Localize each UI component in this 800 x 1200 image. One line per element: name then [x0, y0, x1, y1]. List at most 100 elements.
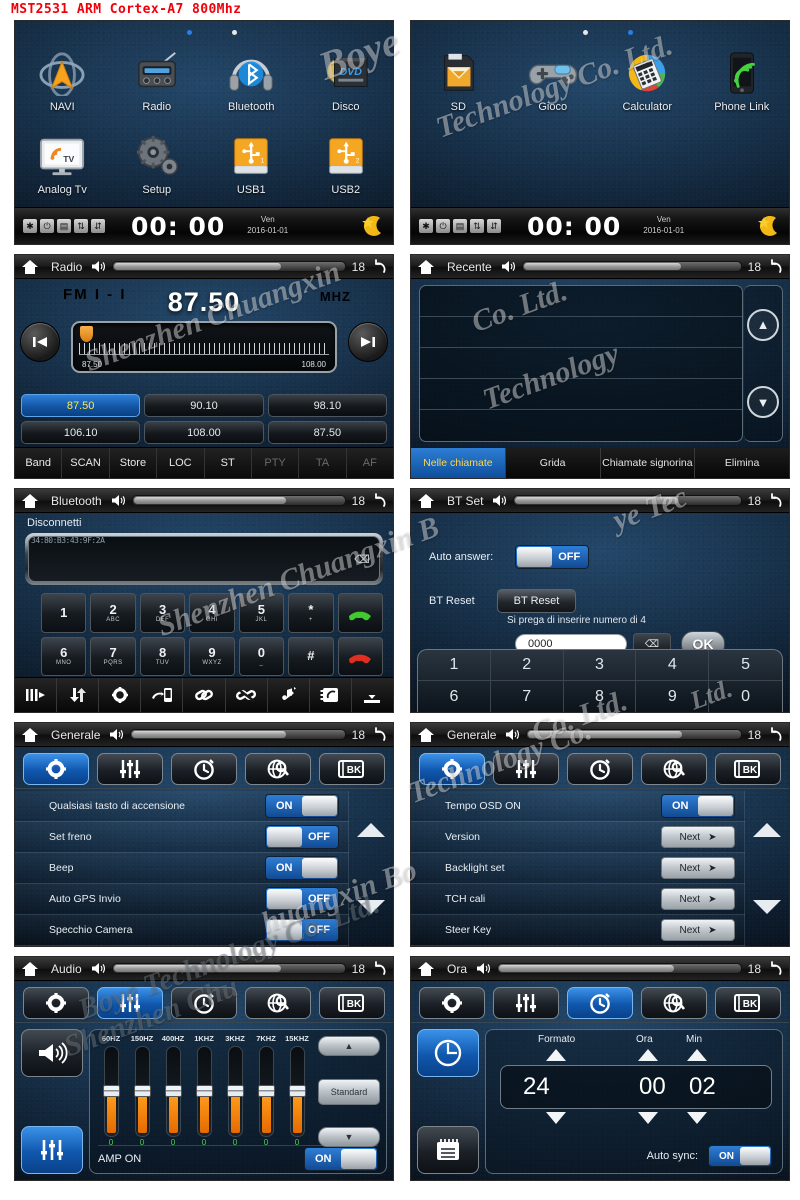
speaker-icon[interactable] — [492, 494, 507, 507]
setting-row[interactable]: Auto GPS Invio OFF — [15, 884, 349, 915]
moon-star-icon[interactable] — [359, 214, 385, 238]
eq-slider[interactable] — [164, 1046, 182, 1137]
key-5[interactable]: 5 JKL — [238, 593, 285, 633]
eq-slider[interactable] — [288, 1046, 306, 1137]
back-icon[interactable] — [372, 961, 387, 976]
tab-clock[interactable] — [171, 986, 237, 1019]
tuning-scale[interactable]: 87.50 108.00 — [71, 321, 337, 373]
page-dot-2[interactable] — [232, 30, 237, 35]
key-6[interactable]: 6 MNO — [41, 636, 87, 676]
format-down-icon[interactable] — [546, 1112, 566, 1124]
app-gioco[interactable]: Gioco — [506, 48, 601, 113]
eq-band[interactable]: 400HZ 0 — [158, 1034, 188, 1147]
key-2[interactable]: 2 ABC — [90, 593, 136, 633]
music-note-icon[interactable] — [268, 678, 310, 712]
numpad-key-3[interactable]: 3 — [563, 650, 637, 681]
preset-down-button[interactable]: ▼ — [318, 1127, 380, 1147]
back-icon[interactable] — [372, 727, 387, 742]
power-icon[interactable]: ⏻ — [40, 219, 54, 233]
phone-transfer-icon[interactable] — [141, 678, 184, 712]
setting-row[interactable]: Backlight set Next ➤ — [411, 853, 745, 884]
preset-button[interactable]: 106.10 — [21, 421, 141, 444]
app-radio[interactable]: Radio — [110, 48, 205, 113]
import-icon[interactable] — [352, 678, 393, 712]
app-setup[interactable]: Setup — [110, 131, 205, 196]
moon-star-icon[interactable] — [755, 214, 781, 238]
equalizer-button[interactable] — [21, 1126, 83, 1174]
eq-band[interactable]: 60HZ 0 — [96, 1034, 126, 1147]
home-icon[interactable] — [21, 727, 39, 743]
volume-slider[interactable] — [497, 963, 742, 974]
call-list[interactable] — [419, 285, 743, 442]
key-8[interactable]: 8 TUV — [139, 636, 186, 676]
tab-clock[interactable] — [567, 752, 633, 785]
speaker-icon[interactable] — [111, 494, 126, 507]
store-button[interactable]: Store — [110, 448, 158, 478]
tab-language[interactable] — [641, 752, 707, 785]
chevron-down-icon[interactable]: ▼ — [747, 386, 779, 419]
page-dot-1[interactable] — [187, 30, 192, 35]
backspace-icon[interactable]: ⌫ — [351, 552, 373, 566]
volume-slider[interactable] — [112, 261, 346, 272]
format-value[interactable]: 24 — [523, 1073, 550, 1101]
link-icon[interactable] — [183, 678, 226, 712]
list-item[interactable] — [420, 348, 742, 379]
pty-button[interactable]: PTY — [252, 448, 300, 478]
tab-audio[interactable] — [97, 752, 163, 785]
list-item[interactable] — [420, 286, 742, 317]
ta-button[interactable]: TA — [299, 448, 347, 478]
preset-button[interactable]: 87.50 — [267, 421, 387, 444]
home-icon[interactable] — [21, 961, 39, 977]
setting-toggle[interactable]: ON — [265, 856, 339, 880]
back-icon[interactable] — [768, 493, 783, 508]
amp-toggle[interactable]: ON — [304, 1147, 378, 1171]
auto-answer-toggle[interactable]: OFF — [515, 545, 590, 569]
key-hash[interactable]: # — [288, 636, 334, 676]
tab-general[interactable] — [419, 752, 485, 785]
speaker-button[interactable] — [21, 1029, 83, 1077]
key-3[interactable]: 3 DEF — [139, 593, 186, 633]
numpad-key-2[interactable]: 2 — [490, 650, 564, 681]
setting-row[interactable]: TCH cali Next ➤ — [411, 884, 745, 915]
tab-outgoing-calls[interactable]: Grida — [506, 448, 601, 478]
speaker-icon[interactable] — [91, 260, 106, 273]
home-icon[interactable] — [417, 259, 435, 275]
tab-delete[interactable]: Elimina — [695, 448, 789, 478]
route-icon[interactable]: ⇅ — [74, 219, 88, 233]
tab-bk[interactable]: BK — [319, 986, 385, 1019]
scroll-up-icon[interactable] — [753, 822, 781, 837]
eq-slider[interactable] — [195, 1046, 213, 1137]
volume-slider[interactable] — [513, 495, 742, 506]
speaker-icon[interactable] — [91, 962, 106, 975]
tab-audio[interactable] — [493, 752, 559, 785]
eq-slider[interactable] — [102, 1046, 120, 1137]
af-button[interactable]: AF — [347, 448, 393, 478]
setting-row[interactable]: Steer Key Next ➤ — [411, 915, 745, 946]
key-1[interactable]: 1 — [41, 593, 87, 633]
numpad-key-5[interactable]: 5 — [709, 650, 782, 681]
back-icon[interactable] — [372, 493, 387, 508]
tuner-marker[interactable] — [80, 326, 93, 342]
minute-up-icon[interactable] — [687, 1049, 707, 1061]
route-icon[interactable]: ⇅ — [470, 219, 484, 233]
list-icon[interactable]: ▤ — [453, 219, 467, 233]
auto-sync-toggle[interactable]: ON — [708, 1145, 772, 1167]
key-7[interactable]: 7 PQRS — [90, 636, 136, 676]
loc-button[interactable]: LOC — [157, 448, 205, 478]
tab-missed-calls[interactable]: Chiamate signorina — [601, 448, 696, 478]
next-button[interactable]: Next ➤ — [661, 826, 735, 848]
scroll-down-icon[interactable] — [753, 900, 781, 915]
hour-up-icon[interactable] — [638, 1049, 658, 1061]
tab-audio[interactable] — [97, 986, 163, 1019]
numpad-key-8[interactable]: 8 — [564, 681, 637, 712]
volume-slider[interactable] — [526, 729, 742, 740]
scan-button[interactable]: SCAN — [62, 448, 110, 478]
key-star[interactable]: * + — [288, 593, 334, 633]
app-usb2[interactable]: 2 USB2 — [299, 131, 394, 196]
home-icon[interactable] — [417, 727, 435, 743]
app-bluetooth[interactable]: Bluetooth — [204, 48, 299, 113]
list-item[interactable] — [420, 317, 742, 348]
app-calculator[interactable]: Calculator — [600, 48, 695, 113]
numpad-key-4[interactable]: 4 — [636, 650, 710, 681]
list-icon[interactable]: ▤ — [57, 219, 71, 233]
